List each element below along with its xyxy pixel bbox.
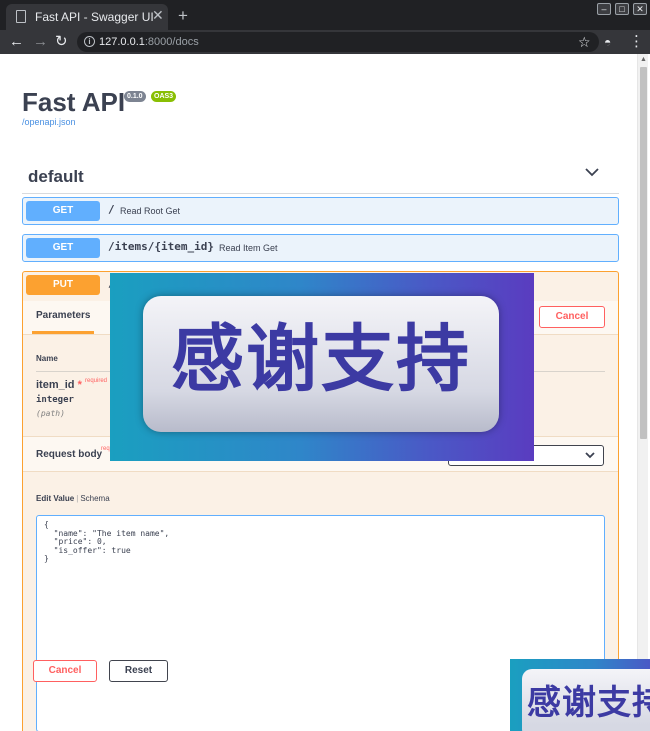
reset-button[interactable]: Reset — [109, 660, 168, 682]
operation-get-item[interactable]: GET /items/{item_id} Read Item Get — [22, 234, 619, 262]
operation-path: /items/{item_id} — [108, 240, 214, 253]
browser-toolbar: ← → ↻ i 127.0.0.1:8000/docs ☆ ◓ ⋮ — [0, 30, 650, 54]
tab-strip: Fast API - Swagger UI ✕ + – □ ✕ — [0, 0, 650, 30]
url-text: 127.0.0.1:8000/docs — [99, 36, 199, 48]
browser-tab[interactable]: Fast API - Swagger UI ✕ — [6, 4, 168, 30]
scrollbar-thumb[interactable] — [640, 67, 647, 439]
back-icon[interactable]: ← — [9, 32, 24, 52]
overlay-banner: 感谢支持 — [110, 273, 534, 461]
operation-get-root[interactable]: GET / Read Root Get — [22, 197, 619, 225]
parameter-type: integer — [36, 395, 74, 405]
menu-dots-icon[interactable]: ⋮ — [629, 32, 644, 52]
address-bar[interactable]: i 127.0.0.1:8000/docs — [77, 32, 599, 52]
tab-title: Fast API - Swagger UI — [35, 10, 154, 24]
method-badge: GET — [26, 238, 100, 258]
cancel-execute-button[interactable]: Cancel — [33, 660, 97, 682]
tab-schema[interactable]: Schema — [80, 494, 109, 503]
operation-summary: Read Item Get — [219, 243, 278, 253]
parameter-location: (path) — [36, 409, 65, 418]
chevron-down-icon — [585, 452, 595, 459]
info-icon[interactable]: i — [84, 36, 95, 47]
parameter-name: item_id * — [36, 379, 82, 391]
close-icon[interactable]: ✕ — [152, 7, 164, 24]
banner-plate: 感谢支持 — [143, 296, 499, 432]
new-tab-icon[interactable]: + — [178, 7, 188, 24]
maximize-icon[interactable]: □ — [615, 3, 629, 15]
active-tab-underline — [32, 331, 94, 334]
version-badge: 0.1.0 — [124, 91, 146, 102]
incognito-icon[interactable]: ◓ — [604, 32, 611, 52]
document-icon — [16, 10, 26, 23]
body-tabs: Edit Value | Schema — [36, 494, 110, 503]
required-label: required — [85, 378, 108, 384]
banner-text: 感谢支持 — [527, 683, 650, 723]
page-scrollbar[interactable]: ▲ — [637, 54, 648, 731]
bookmark-star-icon[interactable]: ☆ — [578, 32, 591, 52]
reload-icon[interactable]: ↻ — [55, 32, 68, 52]
chevron-down-icon[interactable] — [584, 166, 600, 178]
section-header-default[interactable]: default — [22, 160, 619, 194]
browser-window: Fast API - Swagger UI ✕ + – □ ✕ ← → ↻ i … — [0, 0, 650, 731]
method-badge[interactable]: PUT — [26, 275, 100, 295]
cancel-button[interactable]: Cancel — [539, 306, 605, 328]
tab-parameters[interactable]: Parameters — [36, 310, 90, 321]
required-label: req — [101, 446, 110, 452]
overlay-banner-corner: 感谢支持 — [510, 659, 650, 731]
operation-summary: Read Root Get — [120, 206, 181, 216]
minimize-icon[interactable]: – — [597, 3, 611, 15]
method-badge: GET — [26, 201, 100, 221]
banner-plate: 感谢支持 — [522, 669, 650, 731]
forward-icon[interactable]: → — [33, 32, 48, 52]
section-title: default — [28, 167, 84, 186]
request-body-label: Request body — [36, 449, 103, 460]
oas-badge: OAS3 — [151, 91, 177, 102]
tab-edit-value[interactable]: Edit Value — [36, 494, 74, 503]
scroll-up-arrow-icon[interactable]: ▲ — [640, 56, 647, 63]
openapi-link[interactable]: /openapi.json — [22, 117, 76, 127]
window-close-icon[interactable]: ✕ — [633, 3, 647, 15]
operation-path: / — [108, 203, 115, 216]
api-title: Fast API — [22, 87, 126, 117]
banner-text: 感谢支持 — [171, 317, 471, 402]
column-header-name: Name — [36, 354, 58, 363]
